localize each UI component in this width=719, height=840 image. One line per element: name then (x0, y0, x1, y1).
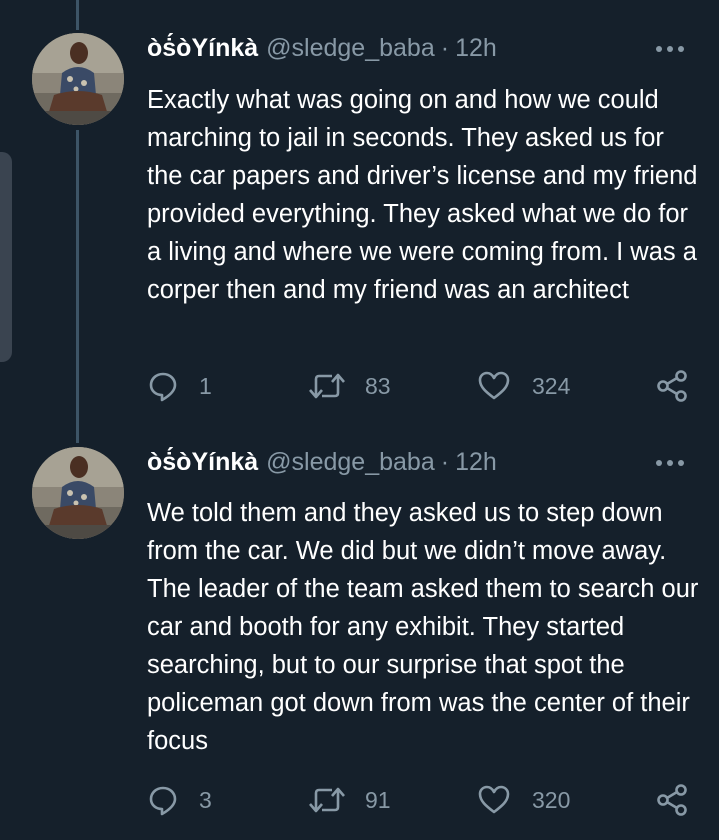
retweet-icon (309, 787, 345, 813)
tweet-actions: 1 83 324 (147, 368, 692, 404)
separator-dot: · (440, 447, 450, 476)
heart-icon (478, 371, 510, 400)
like-button[interactable]: 324 (477, 368, 570, 404)
user-handle[interactable]: @sledge_baba (266, 34, 435, 63)
heart-icon (478, 785, 510, 814)
display-name[interactable]: òṡ́òYínkà (147, 34, 258, 63)
retweet-button[interactable]: 83 (307, 368, 391, 404)
timestamp[interactable]: 12h (455, 448, 497, 477)
tweet-text: We told them and they asked us to step d… (147, 499, 699, 755)
avatar[interactable] (32, 447, 124, 539)
reply-button[interactable]: 3 (147, 782, 212, 818)
user-handle[interactable]: @sledge_baba (266, 448, 435, 477)
tweet-actions: 3 91 320 (147, 782, 692, 818)
retweet-button[interactable]: 91 (307, 782, 391, 818)
display-name[interactable]: òṡ́òYínkà (147, 448, 258, 477)
reply-count: 1 (199, 372, 212, 399)
tweet-header: òṡ́òYínkà @sledge_baba · 12h (147, 447, 497, 477)
retweet-icon (309, 373, 345, 399)
reply-count: 3 (199, 786, 212, 813)
separator-dot: · (440, 33, 450, 62)
more-icon[interactable] (653, 453, 687, 473)
reply-icon (149, 786, 177, 816)
reply-button[interactable]: 1 (147, 368, 212, 404)
share-button[interactable] (655, 782, 689, 818)
share-icon (657, 784, 687, 816)
share-icon (657, 370, 687, 402)
like-button[interactable]: 320 (477, 782, 570, 818)
more-icon[interactable] (653, 39, 687, 59)
tweet-text: Exactly what was going on and how we cou… (147, 86, 698, 304)
avatar[interactable] (32, 33, 124, 125)
tweet-header: òṡ́òYínkà @sledge_baba · 12h (147, 33, 497, 63)
share-button[interactable] (655, 368, 689, 404)
tweet[interactable]: òṡ́òYínkà @sledge_baba · 12h We told the… (0, 447, 719, 827)
tweet[interactable]: òṡ́òYínkà @sledge_baba · 12h Exactly wha… (0, 33, 719, 413)
thread-line-top (76, 0, 79, 30)
like-count: 324 (532, 372, 571, 399)
like-count: 320 (532, 786, 571, 813)
retweet-count: 83 (365, 372, 391, 399)
reply-icon (149, 372, 177, 402)
retweet-count: 91 (365, 786, 391, 813)
timestamp[interactable]: 12h (455, 34, 497, 63)
